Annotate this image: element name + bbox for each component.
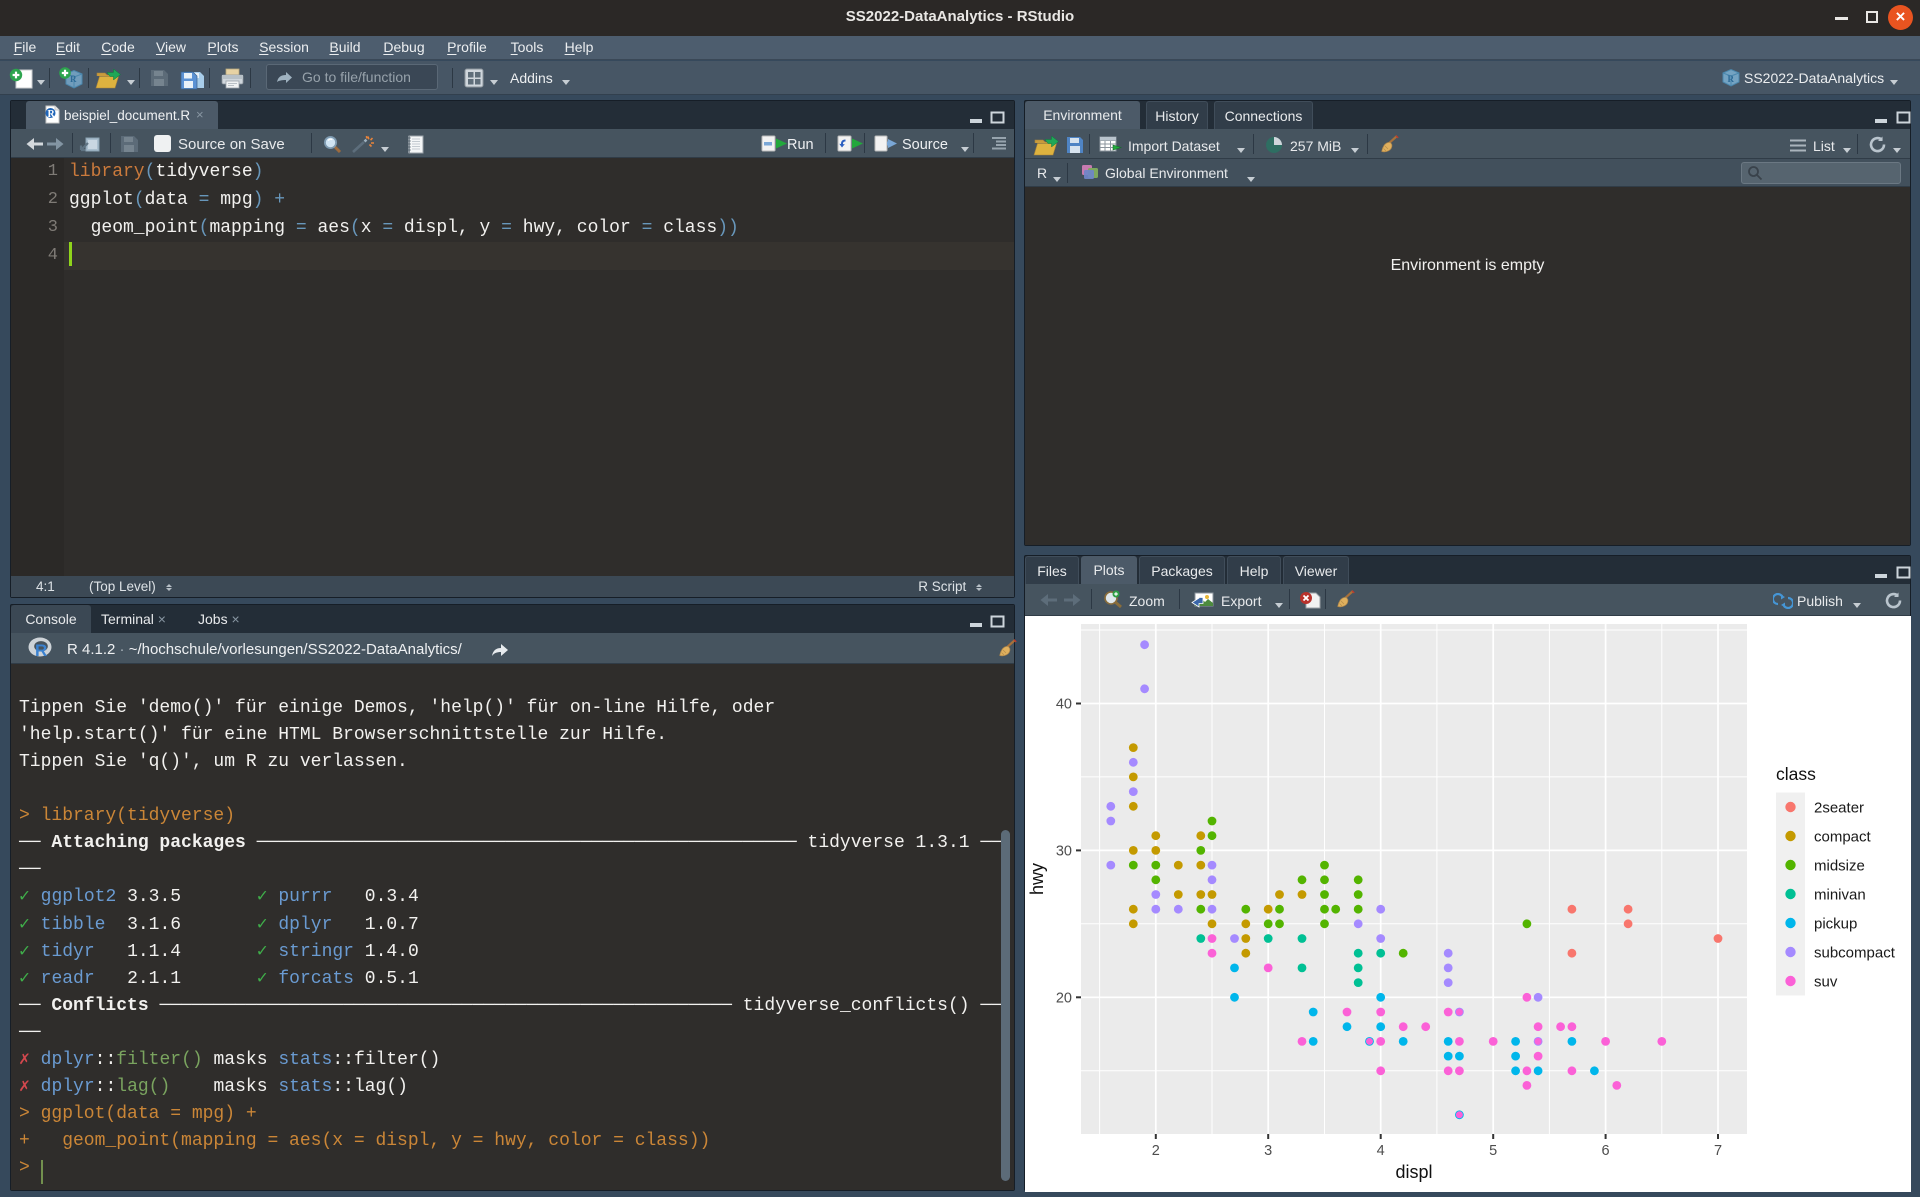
svg-text:2seater: 2seater <box>1814 800 1864 817</box>
svg-text:class: class <box>1776 764 1816 784</box>
svg-text:hwy: hwy <box>1027 863 1047 895</box>
svg-text:pickup: pickup <box>1814 916 1857 933</box>
svg-text:6: 6 <box>1602 1143 1610 1159</box>
svg-text:5: 5 <box>1489 1143 1497 1159</box>
svg-text:R: R <box>70 74 77 84</box>
svg-text:compact: compact <box>1814 829 1872 846</box>
svg-text:2: 2 <box>1152 1143 1160 1159</box>
svg-text:midsize: midsize <box>1814 858 1865 875</box>
svg-text:suv: suv <box>1814 974 1838 991</box>
svg-text:subcompact: subcompact <box>1814 945 1896 962</box>
svg-text:4: 4 <box>1377 1143 1385 1159</box>
svg-text:R: R <box>1728 74 1735 84</box>
svg-text:30: 30 <box>1056 843 1072 859</box>
svg-text:R: R <box>35 641 47 659</box>
svg-text:7: 7 <box>1714 1143 1722 1159</box>
svg-text:40: 40 <box>1056 697 1072 713</box>
svg-text:20: 20 <box>1056 990 1072 1006</box>
svg-text:displ: displ <box>1395 1162 1432 1182</box>
svg-text:R: R <box>48 109 56 120</box>
svg-text:minivan: minivan <box>1814 887 1866 904</box>
svg-text:3: 3 <box>1264 1143 1272 1159</box>
